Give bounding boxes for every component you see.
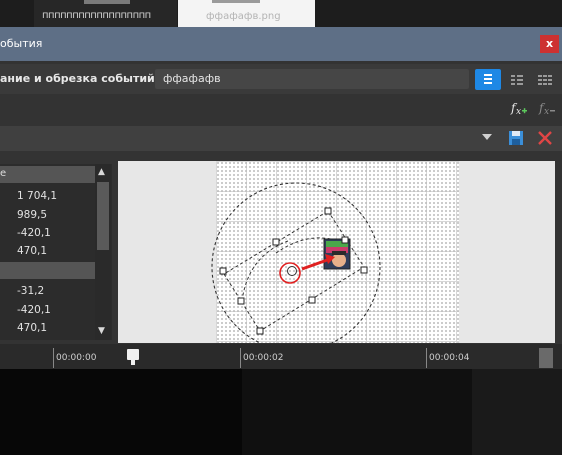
preset-bar (0, 126, 562, 151)
handle-top (324, 207, 332, 215)
property-scrollbar[interactable]: ▲ ▼ (95, 164, 111, 340)
property-value[interactable]: 1 704,1 (17, 190, 57, 202)
property-value[interactable]: 989,5 (17, 209, 47, 221)
crop-frame (223, 210, 365, 332)
handle-bottom (256, 327, 264, 335)
property-value[interactable]: -420,1 (17, 227, 51, 239)
property-value[interactable]: -31,2 (17, 285, 44, 297)
save-icon[interactable] (508, 130, 524, 146)
pan-crop-header: ание и обрезка событий: ффафафв (0, 64, 562, 94)
timeline-tick-label: 00:00:04 (429, 353, 470, 363)
handle-upper-right (341, 236, 349, 244)
timeline-tick-label: 00:00:02 (243, 353, 284, 363)
property-value[interactable]: -420,1 (17, 304, 51, 316)
preset-dropdown[interactable] (0, 126, 497, 151)
handle-lower-mid (308, 296, 316, 304)
bottom-right-panel (472, 369, 562, 455)
property-value[interactable]: 470,1 (17, 245, 47, 257)
handle-right (360, 266, 368, 274)
scroll-down-icon[interactable]: ▼ (98, 326, 105, 336)
event-name-value: ффафафв (163, 72, 221, 85)
center-point[interactable] (287, 266, 297, 276)
fx-toolbar: f x f x (0, 94, 562, 124)
event-name-field[interactable]: ффафафв (155, 69, 469, 89)
scroll-up-icon[interactable]: ▲ (98, 167, 105, 177)
close-button[interactable]: x (540, 35, 559, 53)
svg-text:x: x (544, 107, 549, 117)
timeline-tick (240, 348, 241, 368)
keyframe-marker-icon[interactable] (279, 262, 301, 284)
pan-crop-label: ание и обрезка событий: (0, 72, 160, 85)
media-tab-selected[interactable]: ффафафв.png (178, 0, 315, 27)
chevron-down-icon (482, 134, 492, 140)
playhead-marker[interactable] (127, 349, 139, 365)
timeline-end-handle[interactable] (539, 348, 553, 368)
svg-text:x: x (516, 107, 521, 117)
scroll-thumb[interactable] (97, 182, 109, 250)
timeline-tick-label: 00:00:00 (56, 353, 97, 363)
property-group-header[interactable] (0, 262, 95, 279)
timeline-tick (53, 348, 54, 368)
property-value[interactable]: 470,1 (17, 322, 47, 334)
handle-left (219, 267, 227, 275)
window-titlebar[interactable]: обытия (0, 27, 562, 61)
pan-crop-overlay[interactable] (118, 161, 555, 343)
view-grid-icon (538, 75, 552, 85)
crop-handles[interactable] (219, 207, 368, 335)
bottom-dark-panel (242, 369, 472, 455)
media-tab-label: пппппппппппппппппп (42, 10, 151, 21)
view-list-icon (484, 74, 492, 84)
view-grid-button[interactable] (533, 69, 557, 90)
media-tab-left[interactable]: пппппппппппппппппп (34, 0, 177, 27)
handle-upper-left (272, 238, 280, 246)
fx-add-icon[interactable]: f x (510, 100, 528, 118)
timeline[interactable]: 00:00:00 00:00:02 00:00:04 (0, 344, 562, 369)
property-group-label: е (0, 168, 7, 179)
handle-lower-left (237, 297, 245, 305)
thumbnail-image (212, 0, 260, 3)
view-compact-icon (511, 75, 523, 85)
media-tab-label: ффафафв.png (206, 11, 281, 22)
fx-remove-icon[interactable]: f x (538, 100, 556, 118)
timeline-tick (426, 348, 427, 368)
thumbnail-image (84, 0, 130, 4)
rotation-circle (211, 182, 381, 343)
delete-icon[interactable] (537, 130, 553, 146)
view-compact-button[interactable] (505, 69, 529, 90)
property-group-header[interactable]: е (0, 166, 95, 183)
window-title: обытия (0, 37, 43, 50)
view-list-button[interactable] (475, 69, 501, 90)
